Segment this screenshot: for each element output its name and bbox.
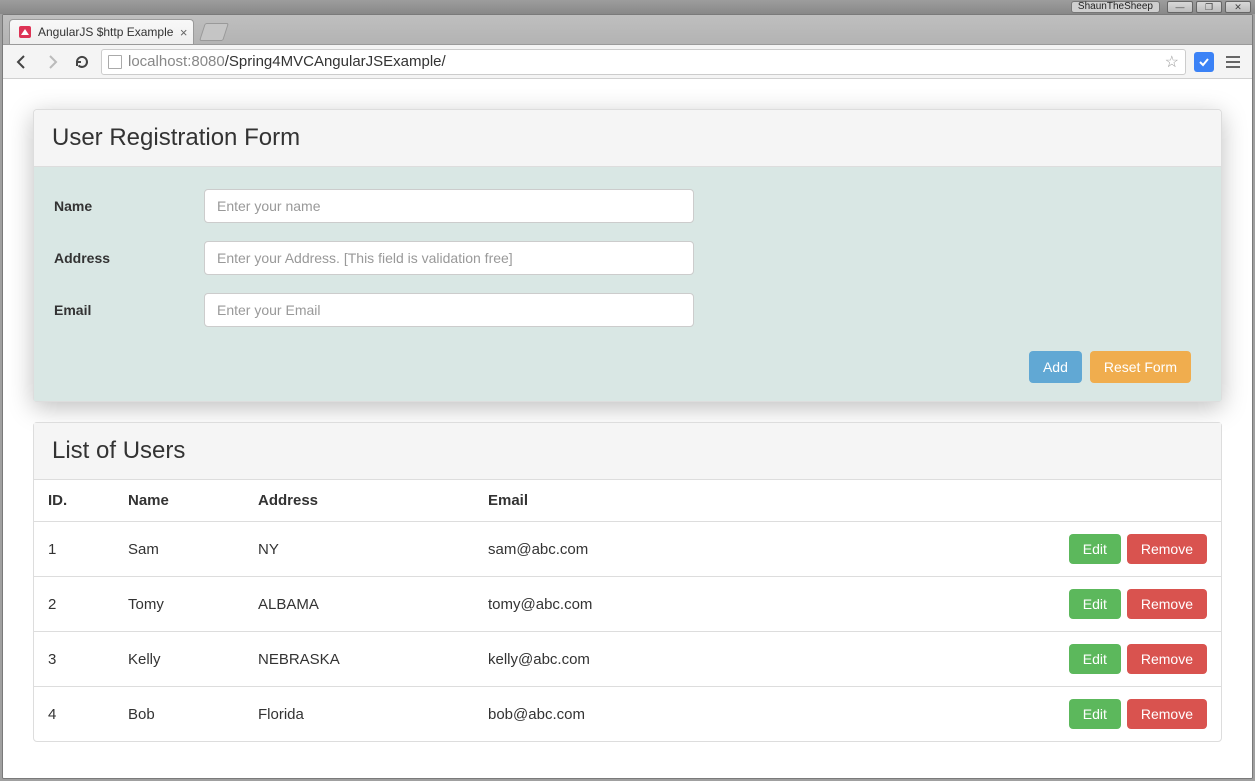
address-input[interactable] (204, 241, 694, 275)
cell-address: Florida (244, 687, 474, 742)
cell-email: bob@abc.com (474, 687, 1041, 742)
arrow-right-icon (44, 54, 60, 70)
cell-actions: EditRemove (1041, 522, 1221, 577)
new-tab-button[interactable] (199, 23, 229, 41)
maximize-icon: ❐ (1205, 2, 1213, 13)
users-table: ID. Name Address Email 1SamNYsam@abc.com… (34, 480, 1221, 741)
url-path: /Spring4MVCAngularJSExample/ (225, 53, 446, 70)
col-name: Name (114, 480, 244, 522)
url-text: localhost:8080/Spring4MVCAngularJSExampl… (128, 53, 1159, 70)
table-row: 1SamNYsam@abc.comEditRemove (34, 522, 1221, 577)
table-header-row: ID. Name Address Email (34, 480, 1221, 522)
back-button[interactable] (11, 51, 33, 73)
form-actions: Add Reset Form (54, 345, 1201, 383)
cell-name: Sam (114, 522, 244, 577)
url-port: :8080 (187, 53, 225, 70)
cell-address: NEBRASKA (244, 632, 474, 687)
edit-button[interactable]: Edit (1069, 534, 1121, 564)
window-maximize-button[interactable]: ❐ (1196, 1, 1222, 13)
remove-button[interactable]: Remove (1127, 589, 1207, 619)
form-row-name: Name (54, 189, 1201, 223)
hamburger-icon (1226, 56, 1240, 58)
table-row: 2TomyALBAMAtomy@abc.comEditRemove (34, 577, 1221, 632)
cell-actions: EditRemove (1041, 687, 1221, 742)
bookmark-star-icon[interactable]: ☆ (1165, 52, 1179, 72)
cell-name: Bob (114, 687, 244, 742)
os-titlebar: ShaunTheSheep — ❐ ✕ (0, 0, 1255, 14)
form-row-address: Address (54, 241, 1201, 275)
col-email: Email (474, 480, 1041, 522)
col-address: Address (244, 480, 474, 522)
cell-address: NY (244, 522, 474, 577)
page-viewport[interactable]: User Registration Form Name Address Emai… (3, 79, 1252, 778)
check-icon (1198, 56, 1210, 68)
browser-menu-button[interactable] (1222, 51, 1244, 73)
cell-id: 1 (34, 522, 114, 577)
cell-actions: EditRemove (1041, 577, 1221, 632)
tab-title: AngularJS $http Example (38, 25, 173, 39)
page-content: User Registration Form Name Address Emai… (3, 79, 1252, 778)
address-bar[interactable]: localhost:8080/Spring4MVCAngularJSExampl… (101, 49, 1186, 75)
extension-badge[interactable] (1194, 52, 1214, 72)
minimize-icon: — (1176, 2, 1185, 12)
cell-address: ALBAMA (244, 577, 474, 632)
cell-name: Kelly (114, 632, 244, 687)
cell-email: sam@abc.com (474, 522, 1041, 577)
window-minimize-button[interactable]: — (1167, 1, 1193, 13)
list-title: List of Users (52, 437, 1203, 465)
reload-icon (74, 54, 90, 70)
os-app-name: ShaunTheSheep (1071, 1, 1160, 13)
table-row: 4BobFloridabob@abc.comEditRemove (34, 687, 1221, 742)
add-button[interactable]: Add (1029, 351, 1082, 383)
cell-email: tomy@abc.com (474, 577, 1041, 632)
cell-email: kelly@abc.com (474, 632, 1041, 687)
list-panel-header: List of Users (34, 423, 1221, 480)
cell-actions: EditRemove (1041, 632, 1221, 687)
reload-button[interactable] (71, 51, 93, 73)
form-row-email: Email (54, 293, 1201, 327)
email-label: Email (54, 302, 204, 318)
form-body: Name Address Email Add Reset Form (34, 167, 1221, 401)
email-input[interactable] (204, 293, 694, 327)
registration-form-panel: User Registration Form Name Address Emai… (33, 109, 1222, 402)
reset-form-button[interactable]: Reset Form (1090, 351, 1191, 383)
browser-tab[interactable]: AngularJS $http Example × (9, 19, 194, 44)
url-host: localhost (128, 53, 187, 70)
browser-window: AngularJS $http Example × localhost:8080… (2, 14, 1253, 779)
form-title: User Registration Form (52, 124, 1203, 152)
address-label: Address (54, 250, 204, 266)
tab-strip: AngularJS $http Example × (3, 15, 1252, 45)
edit-button[interactable]: Edit (1069, 644, 1121, 674)
favicon-icon (18, 25, 32, 39)
close-icon: ✕ (1234, 2, 1242, 13)
col-actions (1041, 480, 1221, 522)
cell-id: 3 (34, 632, 114, 687)
window-close-button[interactable]: ✕ (1225, 1, 1251, 13)
page-icon (108, 55, 122, 69)
browser-toolbar: localhost:8080/Spring4MVCAngularJSExampl… (3, 45, 1252, 79)
table-row: 3KellyNEBRASKAkelly@abc.comEditRemove (34, 632, 1221, 687)
cell-name: Tomy (114, 577, 244, 632)
cell-id: 4 (34, 687, 114, 742)
edit-button[interactable]: Edit (1069, 589, 1121, 619)
form-panel-header: User Registration Form (34, 110, 1221, 167)
forward-button[interactable] (41, 51, 63, 73)
tab-close-button[interactable]: × (180, 26, 188, 39)
col-id: ID. (34, 480, 114, 522)
users-list-panel: List of Users ID. Name Address Email 1Sa… (33, 422, 1222, 742)
remove-button[interactable]: Remove (1127, 699, 1207, 729)
arrow-left-icon (14, 54, 30, 70)
edit-button[interactable]: Edit (1069, 699, 1121, 729)
name-label: Name (54, 198, 204, 214)
remove-button[interactable]: Remove (1127, 644, 1207, 674)
remove-button[interactable]: Remove (1127, 534, 1207, 564)
cell-id: 2 (34, 577, 114, 632)
name-input[interactable] (204, 189, 694, 223)
